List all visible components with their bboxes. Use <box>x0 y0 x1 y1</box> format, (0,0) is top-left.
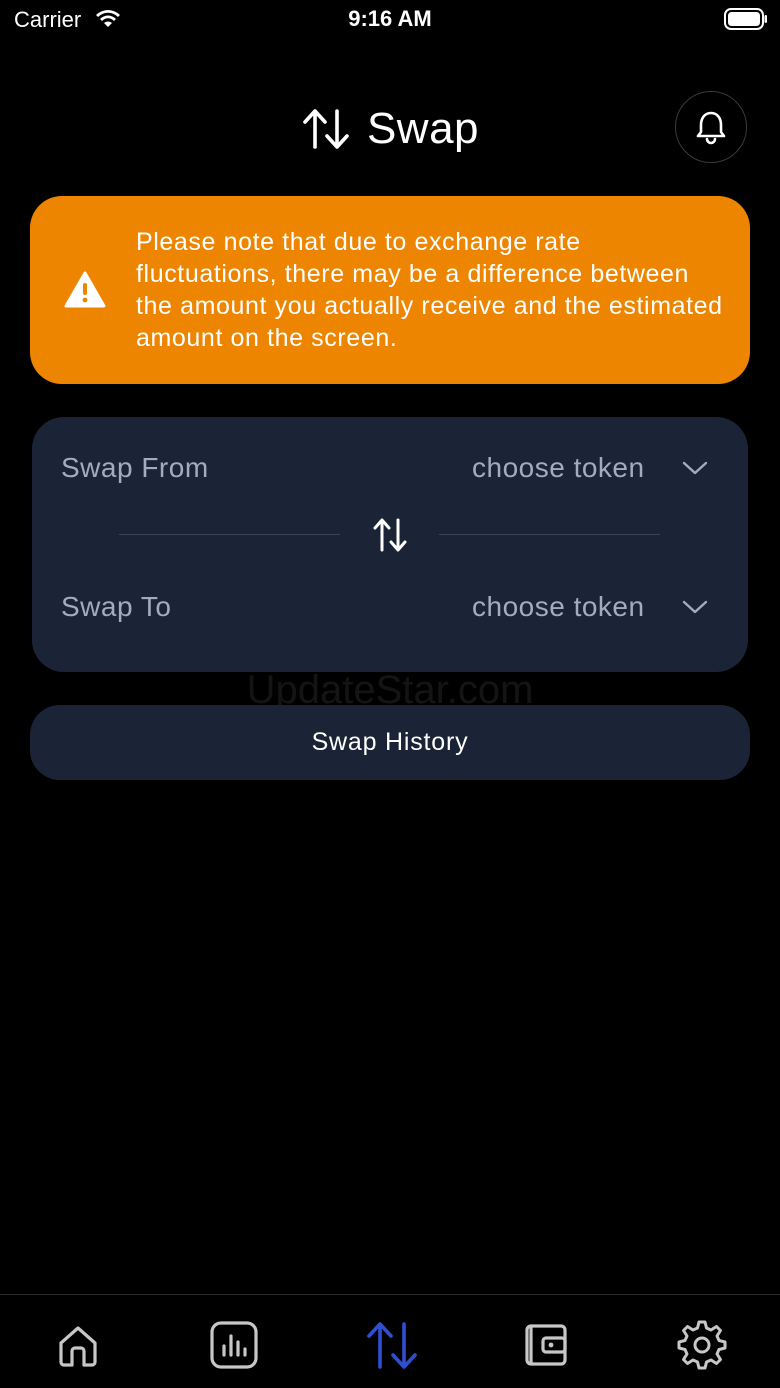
page-title: Swap <box>366 104 480 153</box>
tab-swap[interactable] <box>362 1317 422 1373</box>
chart-icon <box>210 1321 258 1369</box>
swap-card: Swap From choose token Swap To choose to… <box>32 417 748 672</box>
swap-history-button[interactable]: Swap History <box>30 705 750 780</box>
tab-home[interactable] <box>48 1317 108 1373</box>
status-bar: Carrier 9:16 AM <box>0 0 780 40</box>
notifications-button[interactable] <box>675 91 747 163</box>
warning-text: Please note that due to exchange rate fl… <box>136 228 723 352</box>
tab-wallet[interactable] <box>516 1317 576 1373</box>
swap-arrows-icon <box>367 1322 417 1369</box>
status-time: 9:16 AM <box>348 6 432 31</box>
swap-arrows-icon <box>373 518 407 552</box>
gear-icon <box>677 1320 727 1370</box>
swap-to-token-text: choose token <box>472 591 645 622</box>
switch-tokens-button[interactable] <box>368 515 412 555</box>
tab-market[interactable] <box>204 1317 264 1373</box>
home-icon <box>59 1326 97 1367</box>
chevron-down-icon <box>682 461 707 475</box>
swap-to-token-select[interactable]: choose token <box>472 587 709 627</box>
header-title-group: Swap <box>0 96 780 162</box>
exchange-rate-warning: Please note that due to exchange rate fl… <box>30 196 750 384</box>
tab-settings[interactable] <box>672 1317 732 1373</box>
divider <box>439 534 660 535</box>
battery-icon <box>724 8 767 30</box>
swap-from-label: Swap From <box>61 452 209 483</box>
swap-from-token-select[interactable]: choose token <box>472 448 709 488</box>
swap-to-label: Swap To <box>61 591 172 622</box>
chevron-down-icon <box>682 600 707 614</box>
swap-arrows-icon <box>303 109 349 149</box>
wallet-icon <box>525 1324 567 1366</box>
bell-icon <box>696 111 726 145</box>
warning-icon <box>64 271 106 308</box>
divider <box>119 534 340 535</box>
tab-bar <box>0 1294 780 1388</box>
swap-from-token-text: choose token <box>472 452 645 483</box>
header: Swap <box>0 91 780 166</box>
